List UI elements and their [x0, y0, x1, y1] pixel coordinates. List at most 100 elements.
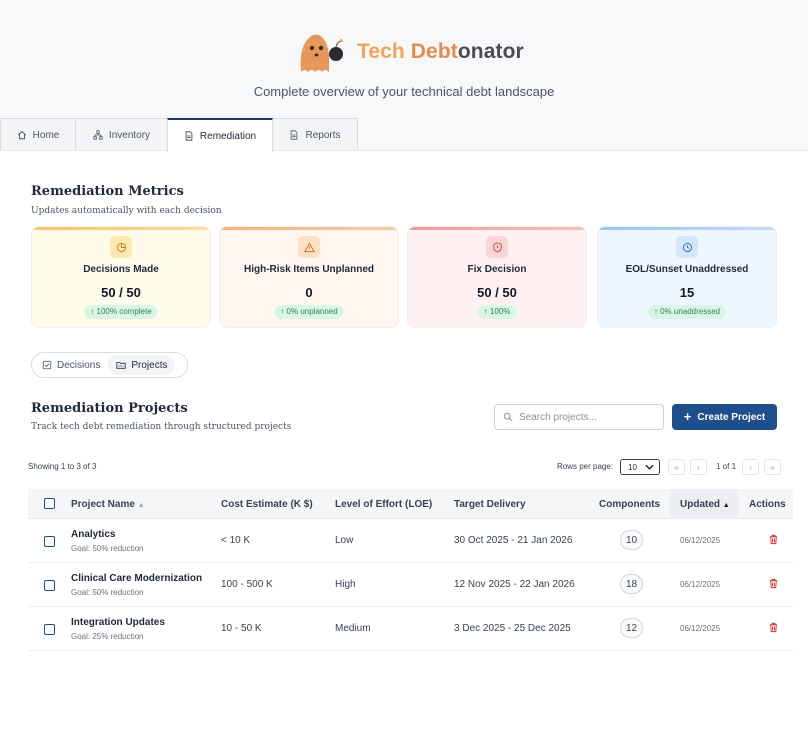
search-icon — [503, 412, 513, 422]
sort-icon: ▲ — [137, 502, 145, 509]
col-actions: Actions — [749, 499, 786, 510]
metric-card-decisions: Decisions Made 50 / 50 ↑ 100% complete — [31, 226, 211, 328]
updated-date: 06/12/2025 — [680, 536, 721, 545]
trash-icon[interactable] — [768, 622, 779, 633]
metric-trend-pill: ↑ 100% complete — [84, 305, 158, 319]
components-count: 10 — [620, 530, 643, 550]
page-info: 1 of 1 — [716, 462, 737, 471]
plus-icon: + — [683, 409, 692, 424]
sort-asc-icon: ▲ — [722, 502, 730, 509]
col-updated[interactable]: Updated ▲ — [680, 499, 730, 510]
metric-trend-pill: ↑ 100% — [477, 305, 517, 319]
metric-accent-bar — [220, 227, 398, 230]
toggle-projects-label: Projects — [131, 359, 168, 371]
tab-inventory-label: Inventory — [108, 129, 151, 141]
projects-subtitle: Track tech debt remediation through stru… — [31, 422, 292, 432]
metric-label: EOL/Sunset Unaddressed — [625, 264, 749, 275]
col-cost-estimate[interactable]: Cost Estimate (K $) — [221, 499, 313, 510]
col-loe[interactable]: Level of Effort (LOE) — [335, 499, 432, 510]
clock-icon — [676, 236, 698, 258]
ghost-bomb-logo — [300, 34, 343, 72]
row-checkbox[interactable] — [44, 624, 55, 635]
table-row[interactable]: Analytics Goal: 50% reduction < 10 K Low… — [28, 519, 793, 563]
project-search — [494, 404, 664, 430]
next-page-button[interactable]: › — [742, 459, 759, 475]
cost-estimate: 100 - 500 K — [221, 579, 273, 590]
col-project-name[interactable]: Project Name ▲ — [71, 499, 145, 510]
app-title: Tech Debtonator — [357, 40, 524, 63]
tab-divider — [0, 150, 808, 151]
tab-remediation[interactable]: Remediation — [167, 118, 273, 152]
create-project-label: Create Project — [697, 411, 766, 423]
tab-home[interactable]: Home — [0, 118, 76, 151]
rows-per-page-value: 10 — [628, 462, 637, 472]
metric-value: 15 — [679, 285, 695, 300]
project-name[interactable]: Analytics — [71, 529, 115, 540]
tab-remediation-label: Remediation — [199, 130, 257, 142]
cost-estimate: < 10 K — [221, 535, 251, 546]
prev-page-button[interactable]: ‹ — [690, 459, 707, 475]
metric-label: High-Risk Items Unplanned — [243, 264, 374, 275]
metric-accent-bar — [32, 227, 210, 230]
rows-per-page-label: Rows per page: — [557, 462, 614, 471]
metric-card-eol: EOL/Sunset Unaddressed 15 ↑ 0% unaddress… — [597, 226, 777, 328]
metric-trend-pill: ↑ 0% unplanned — [274, 305, 344, 319]
checkbox-icon — [42, 360, 52, 370]
select-all-checkbox[interactable] — [44, 498, 55, 509]
metric-trend-pill: ↑ 0% unaddressed — [647, 305, 727, 319]
target-delivery: 3 Dec 2025 - 25 Dec 2025 — [454, 623, 571, 634]
toggle-decisions-label: Decisions — [57, 359, 101, 371]
row-checkbox[interactable] — [44, 536, 55, 547]
document-icon — [185, 131, 193, 141]
project-name[interactable]: Clinical Care Modernization — [71, 573, 202, 584]
target-delivery: 12 Nov 2025 - 22 Jan 2026 — [454, 579, 575, 590]
main-tabs: Home Inventory Remediation Reports — [0, 118, 358, 152]
trash-icon[interactable] — [768, 578, 779, 589]
metric-label: Decisions Made — [83, 264, 159, 275]
alert-shield-icon — [486, 236, 508, 258]
project-goal: Goal: 50% reduction — [71, 588, 144, 597]
create-project-button[interactable]: + Create Project — [672, 404, 777, 430]
projects-title: Remediation Projects — [31, 401, 188, 416]
table-row[interactable]: Integration Updates Goal: 25% reduction … — [28, 607, 793, 651]
col-target-delivery[interactable]: Target Delivery — [454, 499, 526, 510]
toggle-decisions[interactable]: Decisions — [34, 355, 108, 375]
cost-estimate: 10 - 50 K — [221, 623, 262, 634]
metrics-title: Remediation Metrics — [31, 184, 184, 199]
warning-icon — [298, 236, 320, 258]
table-row[interactable]: Clinical Care Modernization Goal: 50% re… — [28, 563, 793, 607]
row-checkbox[interactable] — [44, 580, 55, 591]
app-tagline: Complete overview of your technical debt… — [253, 84, 555, 99]
last-page-button[interactable]: » — [764, 459, 781, 475]
tab-home-label: Home — [32, 129, 60, 141]
table-header: Project Name ▲ Cost Estimate (K $) Level… — [28, 489, 793, 519]
pie-chart-icon — [110, 236, 132, 258]
rows-per-page-select[interactable]: 10 — [620, 459, 660, 475]
app-header: Tech Debtonator Complete overview of you… — [0, 0, 808, 152]
chevron-down-icon — [645, 464, 654, 470]
tab-reports-label: Reports — [305, 129, 341, 141]
first-page-button[interactable]: « — [668, 459, 685, 475]
results-count: Showing 1 to 3 of 3 — [28, 462, 97, 471]
level-of-effort: High — [335, 579, 356, 590]
components-count: 12 — [620, 618, 643, 638]
project-name[interactable]: Integration Updates — [71, 617, 165, 628]
search-input[interactable] — [519, 411, 659, 423]
components-count: 18 — [620, 574, 643, 594]
tab-inventory[interactable]: Inventory — [75, 118, 168, 151]
metric-value: 50 / 50 — [477, 285, 517, 300]
trash-icon[interactable] — [768, 534, 779, 545]
level-of-effort: Low — [335, 535, 354, 546]
project-goal: Goal: 50% reduction — [71, 544, 144, 553]
col-components[interactable]: Components — [599, 499, 660, 510]
tab-reports[interactable]: Reports — [272, 118, 358, 151]
report-icon — [291, 130, 298, 140]
metric-label: Fix Decision — [467, 264, 527, 275]
view-toggle: Decisions Projects — [31, 352, 188, 378]
metric-accent-bar — [408, 227, 586, 230]
target-delivery: 30 Oct 2025 - 21 Jan 2026 — [454, 535, 573, 546]
home-icon — [17, 131, 26, 140]
updated-date: 06/12/2025 — [680, 580, 721, 589]
metric-card-high-risk: High-Risk Items Unplanned 0 ↑ 0% unplann… — [219, 226, 399, 328]
toggle-projects[interactable]: Projects — [108, 355, 176, 375]
